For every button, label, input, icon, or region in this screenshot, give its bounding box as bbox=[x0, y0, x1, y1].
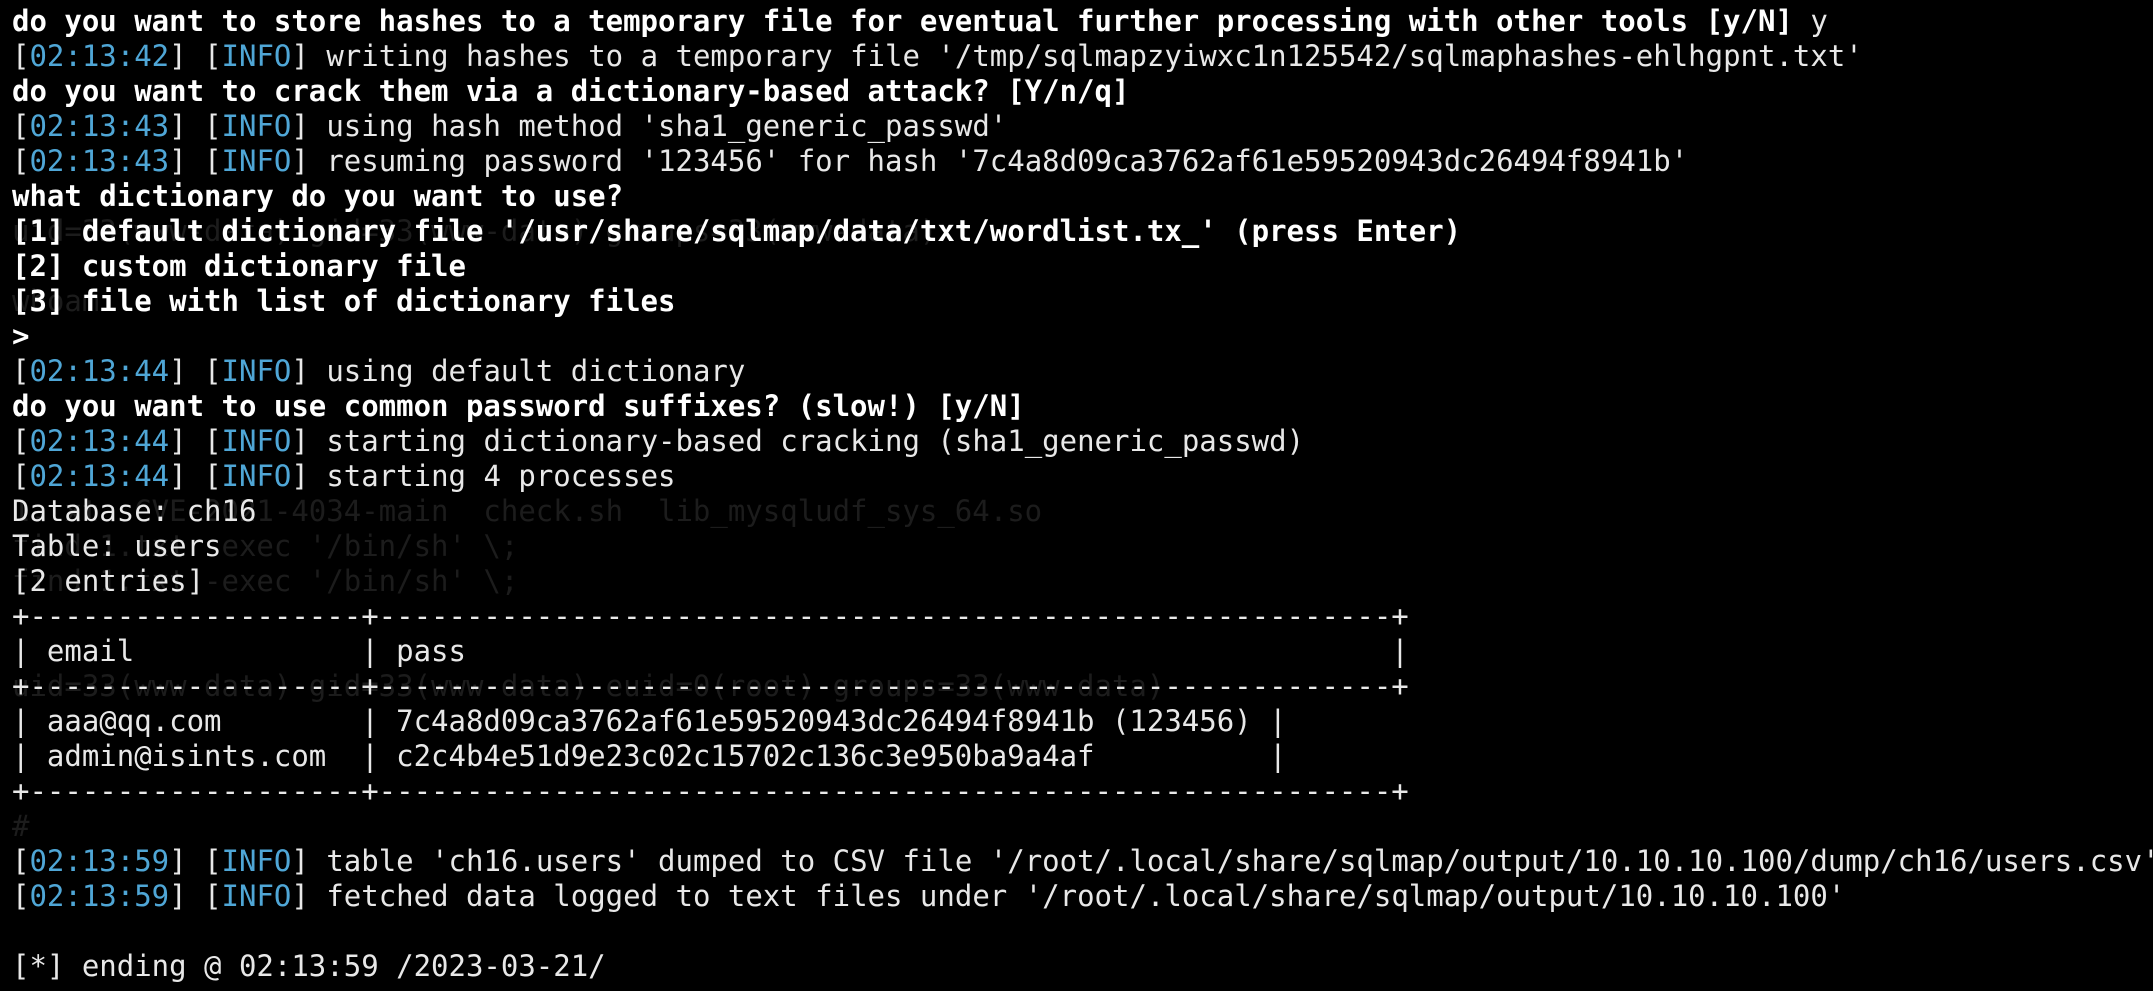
log-message: resuming password '123456' for hash '7c4… bbox=[326, 144, 1689, 178]
bracket: [ bbox=[12, 39, 30, 73]
log-message: starting 4 processes bbox=[326, 459, 676, 493]
bracket: [ bbox=[12, 459, 30, 493]
log-timestamp: 02:13:44 bbox=[29, 354, 170, 388]
prompt-text: [1] default dictionary file '/usr/share/… bbox=[12, 214, 1462, 248]
output-text: [*] ending @ 02:13:59 /2023-03-21/ bbox=[12, 949, 606, 983]
bracket: ] [ bbox=[169, 39, 222, 73]
output-text: Table: users bbox=[12, 529, 222, 563]
terminal-line: | email | pass | bbox=[12, 634, 2153, 669]
terminal-line: do you want to crack them via a dictiona… bbox=[12, 74, 2153, 109]
log-level: INFO bbox=[221, 459, 292, 493]
prompt-text: [3] file with list of dictionary files bbox=[12, 284, 676, 318]
terminal-line: > bbox=[12, 319, 2153, 354]
bracket: [ bbox=[12, 354, 30, 388]
bracket: ] [ bbox=[169, 144, 222, 178]
terminal-line: +-------------------+-------------------… bbox=[12, 669, 2153, 704]
output-text: +-------------------+-------------------… bbox=[12, 599, 1409, 633]
bracket: ] bbox=[291, 39, 327, 73]
bracket: ] bbox=[291, 424, 327, 458]
bracket: ] bbox=[291, 109, 327, 143]
terminal-line: [02:13:44] [INFO] starting dictionary-ba… bbox=[12, 424, 2153, 459]
terminal-line: [02:13:59] [INFO] fetched data logged to… bbox=[12, 879, 2153, 914]
output-text: | email | pass | bbox=[12, 634, 1409, 668]
terminal-line: [*] ending @ 02:13:59 /2023-03-21/ bbox=[12, 949, 2153, 984]
terminal-line: [1] default dictionary file '/usr/share/… bbox=[12, 214, 2153, 249]
log-level: INFO bbox=[221, 424, 292, 458]
log-message: writing hashes to a temporary file '/tmp… bbox=[326, 39, 1863, 73]
bracket: ] bbox=[291, 844, 327, 878]
terminal-line: [02:13:42] [INFO] writing hashes to a te… bbox=[12, 39, 2153, 74]
log-message: table 'ch16.users' dumped to CSV file '/… bbox=[326, 844, 2153, 878]
bracket: ] [ bbox=[169, 879, 222, 913]
bracket: ] bbox=[291, 354, 327, 388]
bracket: [ bbox=[12, 844, 30, 878]
terminal-output: do you want to store hashes to a tempora… bbox=[12, 4, 2153, 984]
prompt-question: do you want to store hashes to a tempora… bbox=[12, 4, 1811, 38]
prompt-text: [2] custom dictionary file bbox=[12, 249, 466, 283]
terminal-line: [2 entries] bbox=[12, 564, 2153, 599]
bracket: ] [ bbox=[169, 459, 222, 493]
log-level: INFO bbox=[221, 109, 292, 143]
prompt-text: > bbox=[12, 319, 30, 353]
terminal-line: [02:13:43] [INFO] using hash method 'sha… bbox=[12, 109, 2153, 144]
log-timestamp: 02:13:44 bbox=[29, 459, 170, 493]
output-text: | admin@isints.com | c2c4b4e51d9e23c02c1… bbox=[12, 739, 1287, 773]
terminal-line: [3] file with list of dictionary files bbox=[12, 284, 2153, 319]
prompt-question: do you want to use common password suffi… bbox=[12, 389, 1025, 423]
log-message: using hash method 'sha1_generic_passwd' bbox=[326, 109, 1008, 143]
bracket: ] [ bbox=[169, 109, 222, 143]
log-level: INFO bbox=[221, 39, 292, 73]
log-timestamp: 02:13:44 bbox=[29, 424, 170, 458]
terminal-line: do you want to store hashes to a tempora… bbox=[12, 4, 2153, 39]
bracket: [ bbox=[12, 144, 30, 178]
log-timestamp: 02:13:59 bbox=[29, 879, 170, 913]
bracket: ] [ bbox=[169, 844, 222, 878]
terminal-line: [02:13:44] [INFO] starting 4 processes bbox=[12, 459, 2153, 494]
output-text: +-------------------+-------------------… bbox=[12, 774, 1409, 808]
log-timestamp: 02:13:43 bbox=[29, 144, 170, 178]
terminal-line: [02:13:59] [INFO] table 'ch16.users' dum… bbox=[12, 844, 2153, 879]
log-level: INFO bbox=[221, 844, 292, 878]
log-timestamp: 02:13:43 bbox=[29, 109, 170, 143]
terminal-line: what dictionary do you want to use? bbox=[12, 179, 2153, 214]
bracket: ] [ bbox=[169, 424, 222, 458]
bracket: [ bbox=[12, 109, 30, 143]
terminal-line: Table: users bbox=[12, 529, 2153, 564]
bracket: ] bbox=[291, 459, 327, 493]
terminal-line: +-------------------+-------------------… bbox=[12, 599, 2153, 634]
terminal-line: +-------------------+-------------------… bbox=[12, 774, 2153, 809]
log-level: INFO bbox=[221, 879, 292, 913]
log-message: using default dictionary bbox=[326, 354, 746, 388]
terminal-line: [2] custom dictionary file bbox=[12, 249, 2153, 284]
log-message: fetched data logged to text files under … bbox=[326, 879, 1846, 913]
log-level: INFO bbox=[221, 144, 292, 178]
log-message: starting dictionary-based cracking (sha1… bbox=[326, 424, 1305, 458]
prompt-question: do you want to crack them via a dictiona… bbox=[12, 74, 1130, 108]
bracket: ] [ bbox=[169, 354, 222, 388]
bracket: [ bbox=[12, 424, 30, 458]
bracket: [ bbox=[12, 879, 30, 913]
bracket: ] bbox=[291, 144, 327, 178]
prompt-answer: y bbox=[1810, 4, 1828, 38]
output-text: Database: ch16 bbox=[12, 494, 257, 528]
log-timestamp: 02:13:42 bbox=[29, 39, 170, 73]
output-text: | aaa@qq.com | 7c4a8d09ca3762af61e595209… bbox=[12, 704, 1287, 738]
terminal-line: | admin@isints.com | c2c4b4e51d9e23c02c1… bbox=[12, 739, 2153, 774]
bracket: ] bbox=[291, 879, 327, 913]
prompt-text: what dictionary do you want to use? bbox=[12, 179, 624, 213]
terminal-line: | aaa@qq.com | 7c4a8d09ca3762af61e595209… bbox=[12, 704, 2153, 739]
log-level: INFO bbox=[221, 354, 292, 388]
output-text: +-------------------+-------------------… bbox=[12, 669, 1409, 703]
terminal-line: [02:13:43] [INFO] resuming password '123… bbox=[12, 144, 2153, 179]
terminal-line: do you want to use common password suffi… bbox=[12, 389, 2153, 424]
terminal-line: [02:13:44] [INFO] using default dictiona… bbox=[12, 354, 2153, 389]
output-text: [2 entries] bbox=[12, 564, 205, 598]
terminal-line: Database: ch16 bbox=[12, 494, 2153, 529]
terminal-window[interactable]: uid=33(www-data) gid=33(www-data) groups… bbox=[0, 0, 2153, 991]
log-timestamp: 02:13:59 bbox=[29, 844, 170, 878]
